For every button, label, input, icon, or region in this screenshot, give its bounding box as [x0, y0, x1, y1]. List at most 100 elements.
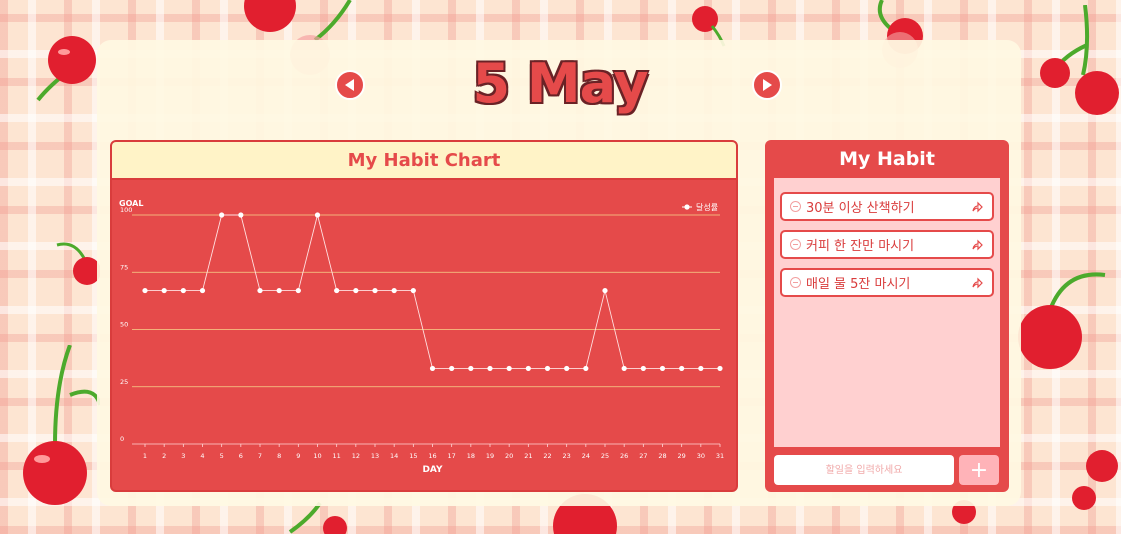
x-tick-label: 18 — [467, 452, 475, 460]
data-point — [544, 365, 551, 372]
data-point — [391, 287, 397, 294]
x-tick-label: 16 — [428, 452, 436, 460]
share-arrow-icon[interactable] — [970, 276, 984, 290]
legend-label: 달성률 — [696, 203, 718, 212]
x-tick-label: 9 — [296, 452, 300, 460]
x-tick-label: 19 — [486, 452, 494, 460]
cherry-decoration-icon — [1072, 450, 1118, 510]
y-axis-label: GOAL — [119, 199, 143, 208]
x-axis-label: DAY — [422, 465, 443, 475]
prev-month-button[interactable] — [335, 70, 365, 100]
minus-circle-icon[interactable] — [790, 277, 801, 288]
data-point — [506, 365, 512, 372]
x-tick-label: 12 — [352, 452, 360, 460]
data-point — [257, 287, 263, 294]
data-point — [142, 287, 148, 294]
x-tick-label: 6 — [239, 452, 243, 460]
data-point — [564, 365, 570, 372]
x-tick-label: 5 — [220, 452, 224, 460]
habit-label: 30분 이상 산책하기 — [806, 201, 915, 216]
data-point — [621, 365, 627, 372]
y-tick-label: 75 — [120, 263, 128, 271]
data-point — [238, 212, 244, 218]
x-tick-label: 29 — [678, 452, 686, 460]
x-tick-label: 7 — [258, 452, 262, 460]
habit-panel: My Habit 30분 이상 산책하기 커피 한 잔만 마시기 매일 물 5잔… — [765, 140, 1009, 492]
x-tick-label: 8 — [277, 452, 281, 460]
habit-label: 커피 한 잔만 마시기 — [806, 239, 915, 254]
data-point — [698, 365, 704, 372]
minus-circle-icon[interactable] — [790, 201, 801, 212]
x-tick-label: 27 — [639, 452, 647, 460]
share-arrow-icon[interactable] — [970, 200, 984, 214]
data-point — [353, 287, 359, 294]
habit-chart-panel: My Habit Chart 0 25 50 75 100 GOAL 1 2 3 4 5 6 7 8 9 10… — [110, 140, 738, 492]
month-title: 5 May — [472, 52, 648, 115]
x-tick-label: 3 — [181, 452, 185, 460]
cherry-decoration-icon — [1040, 5, 1119, 115]
list-item[interactable]: 30분 이상 산책하기 — [780, 192, 994, 221]
habit-list: 30분 이상 산책하기 커피 한 잔만 마시기 매일 물 5잔 마시기 — [774, 178, 1000, 447]
x-tick-label: 25 — [601, 452, 609, 460]
x-tick-label: 20 — [505, 452, 513, 460]
x-tick-label: 28 — [658, 452, 666, 460]
x-tick-label: 23 — [563, 452, 571, 460]
data-point — [449, 365, 455, 372]
x-tick-label: 24 — [582, 452, 590, 460]
list-item[interactable]: 커피 한 잔만 마시기 — [780, 230, 994, 259]
chart-title: My Habit Chart — [112, 142, 736, 180]
data-point — [199, 287, 206, 294]
y-tick-label: 0 — [120, 435, 124, 443]
x-tick-label: 31 — [716, 452, 724, 460]
x-tick-label: 30 — [697, 452, 705, 460]
triangle-right-icon — [763, 79, 772, 91]
data-point — [717, 365, 723, 372]
data-point — [468, 365, 474, 372]
triangle-left-icon — [345, 79, 354, 91]
data-point — [659, 365, 666, 372]
y-tick-label: 25 — [120, 378, 128, 386]
x-tick-label: 14 — [390, 452, 398, 460]
data-point — [583, 365, 589, 372]
x-tick-label: 26 — [620, 452, 628, 460]
habit-input[interactable] — [774, 455, 954, 485]
cherry-decoration-icon — [1018, 272, 1106, 369]
x-tick-label: 21 — [524, 452, 532, 460]
data-point — [372, 287, 378, 294]
data-point — [640, 365, 646, 372]
next-month-button[interactable] — [752, 70, 782, 100]
x-tick-label: 1 — [143, 452, 147, 460]
data-point — [295, 287, 301, 294]
data-point — [602, 287, 608, 294]
minus-circle-icon[interactable] — [790, 239, 801, 250]
data-point — [679, 365, 685, 372]
data-point — [314, 212, 321, 218]
y-tick-label: 50 — [120, 321, 128, 329]
x-tick-label: 22 — [543, 452, 551, 460]
x-tick-label: 2 — [162, 452, 166, 460]
data-point — [276, 287, 282, 294]
data-point — [180, 287, 186, 294]
x-tick-label: 4 — [200, 452, 204, 460]
cherry-decoration-icon — [56, 242, 100, 285]
habit-label: 매일 물 5잔 마시기 — [806, 277, 911, 292]
data-point — [487, 365, 493, 372]
series-line — [145, 214, 720, 369]
data-point — [429, 365, 436, 372]
habit-panel-title: My Habit — [839, 148, 935, 170]
add-habit-button[interactable]: + — [959, 455, 999, 485]
data-point — [525, 365, 531, 372]
share-arrow-icon[interactable] — [970, 238, 984, 252]
data-point — [334, 287, 340, 294]
data-point — [410, 287, 416, 294]
legend-marker — [684, 204, 690, 210]
x-tick-label: 15 — [409, 452, 417, 460]
x-tick-label: 11 — [333, 452, 341, 460]
data-point — [161, 287, 167, 294]
x-tick-label: 13 — [371, 452, 379, 460]
list-item[interactable]: 매일 물 5잔 마시기 — [780, 268, 994, 297]
x-tick-label: 17 — [448, 452, 456, 460]
cherry-decoration-icon — [23, 345, 100, 505]
data-point — [219, 212, 225, 218]
habit-line-chart: 0255075100GOAL1 2 3 4 5 6 7 8 9 10 11 12 13 14 15 16 17 1… — [119, 199, 724, 475]
